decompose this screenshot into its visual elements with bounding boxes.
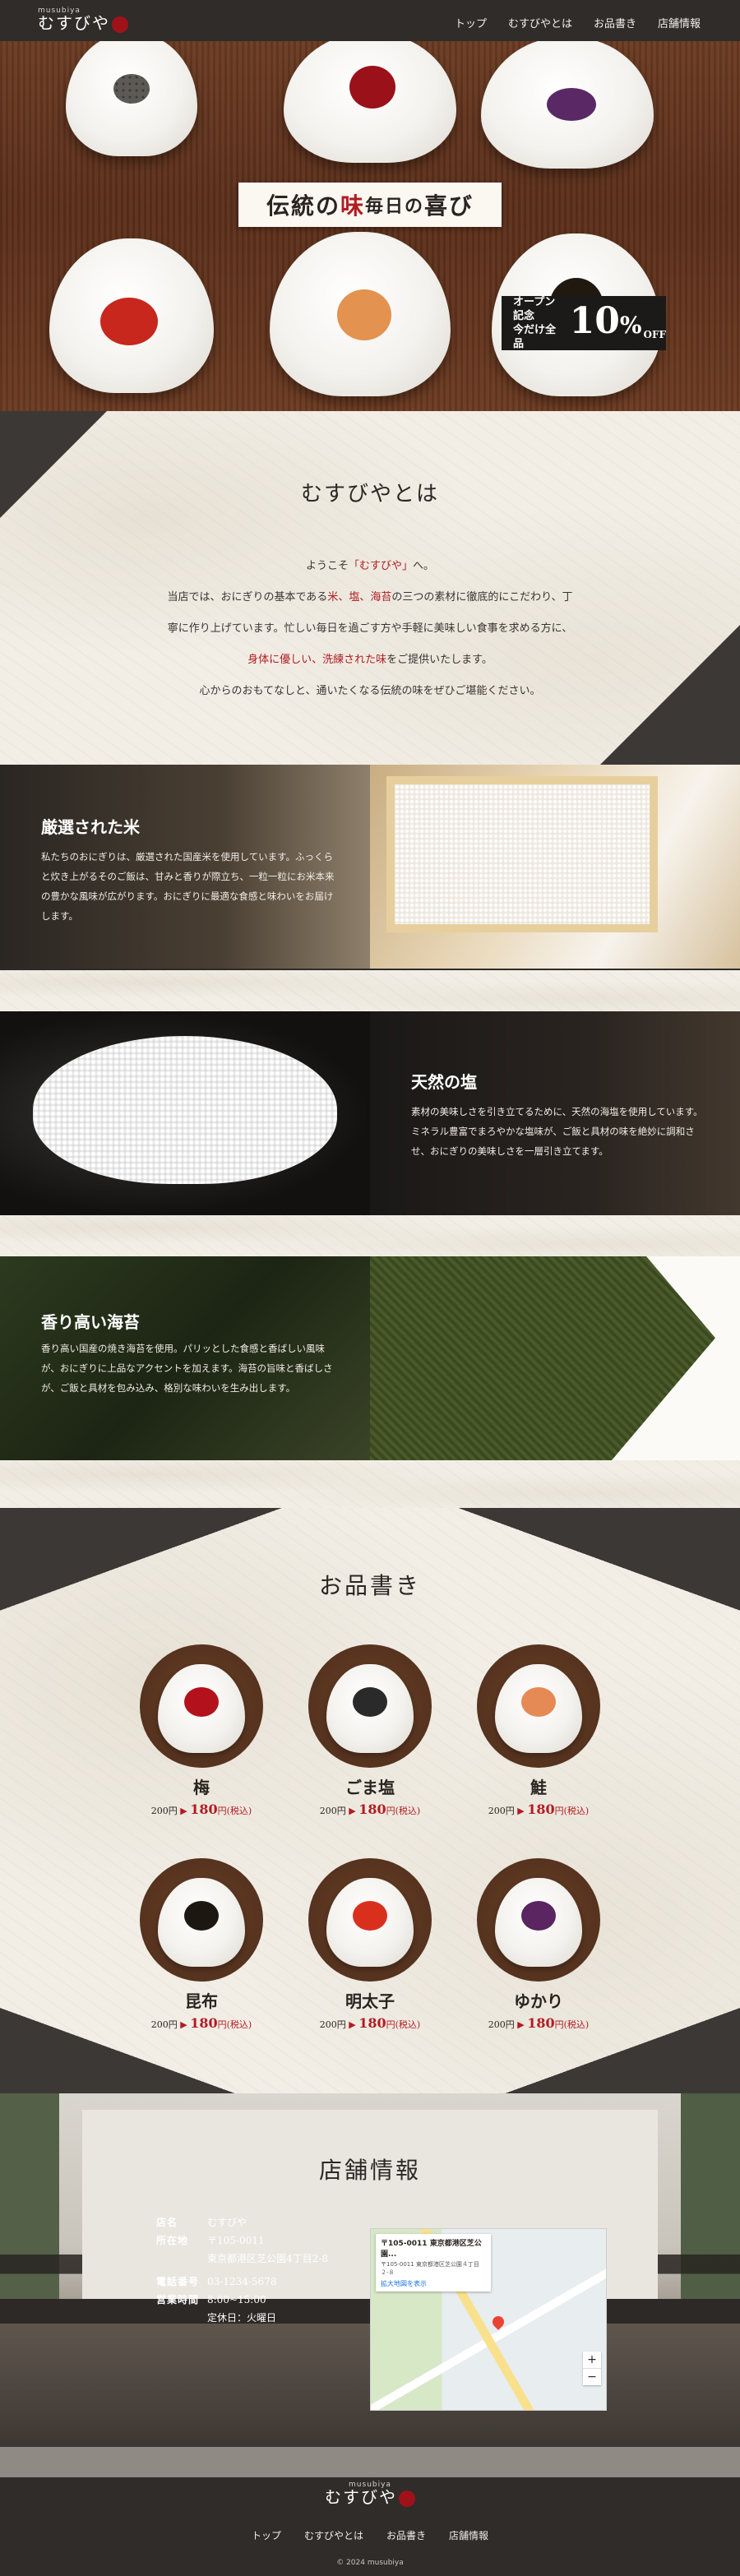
footer-nav-menu[interactable]: お品書き: [386, 2528, 426, 2542]
feature-text: 私たちのおにぎりは、厳選された国産米を使用しています。ふっくらと炊き上がるそのご…: [41, 851, 335, 922]
menu-title: お品書き: [318, 1572, 421, 1599]
nav-about[interactable]: むすびやとは: [508, 15, 572, 30]
menu-item-name: 明太子: [345, 1991, 395, 2011]
menu-item-photo: [140, 1858, 263, 1982]
nav-store[interactable]: 店舗情報: [658, 15, 701, 30]
logo-text: むすびや: [38, 13, 110, 33]
feature-title: 天然の塩: [411, 1072, 477, 1092]
rice-photo: [370, 765, 740, 969]
menu-item-photo: [477, 1858, 600, 1982]
onigiri-image: [49, 238, 214, 393]
menu-item[interactable]: 梅 200円 ▶ 180円(税込): [140, 1644, 263, 1817]
price-arrow-icon: ▶: [180, 2019, 187, 2030]
footer-nav: トップ むすびやとは お品書き 店舗情報: [0, 2528, 740, 2542]
site-header: musubiya むすびや トップ むすびやとは お品書き 店舗情報: [0, 0, 740, 41]
menu-item-name: 梅: [193, 1778, 210, 1797]
onigiri-image: [481, 41, 654, 169]
badge-discount: 10%: [569, 299, 642, 342]
menu-item-name: 昆布: [185, 1991, 218, 2011]
menu-item-price: 200円 ▶ 180円(税込): [319, 1801, 421, 1817]
map-enlarge-link[interactable]: 拡大地図を表示: [381, 2279, 486, 2288]
menu-item[interactable]: 鮭 200円 ▶ 180円(税込): [477, 1644, 600, 1817]
nori-photo: [370, 1256, 740, 1460]
main-nav: トップ むすびやとは お品書き 店舗情報: [455, 15, 701, 30]
menu-item-name: ゆかり: [514, 1991, 563, 2011]
menu-item[interactable]: 昆布 200円 ▶ 180円(税込): [140, 1858, 263, 2031]
onigiri-image: [284, 41, 456, 163]
feature-text: 素材の美味しさを引き立てるために、天然の海塩を使用しています。ミネラル豊富でまろ…: [411, 1106, 703, 1157]
store-info-table: 店名 むすびや 所在地 〒105-0011 東京都港区芝公園4丁目2-8 電話番号 0…: [156, 2217, 328, 2324]
hero-image: 伝統の味 毎日の 喜び オープン記念 今だけ全品 10% OFF: [0, 41, 740, 411]
divider: [0, 1215, 740, 1256]
open-sale-badge: オープン記念 今だけ全品 10% OFF: [502, 296, 666, 350]
menu-item-name: ごま塩: [345, 1778, 395, 1797]
price-arrow-icon: ▶: [517, 1806, 525, 1816]
logo-seal-icon: [399, 2490, 415, 2507]
map-zoom-out-button[interactable]: −: [583, 2368, 601, 2385]
menu-item-price: 200円 ▶ 180円(税込): [150, 2015, 252, 2031]
price-arrow-icon: ▶: [349, 2019, 356, 2030]
about-title: むすびやとは: [300, 482, 439, 506]
price-arrow-icon: ▶: [349, 1806, 356, 1816]
menu-item[interactable]: ごま塩 200円 ▶ 180円(税込): [308, 1644, 432, 1817]
divider: [0, 1460, 740, 1508]
price-arrow-icon: ▶: [517, 2019, 525, 2030]
divider: [0, 970, 740, 1011]
onigiri-image: [270, 232, 451, 396]
hero-tagline: 伝統の味 毎日の 喜び: [238, 183, 502, 227]
feature-text: 香り高い国産の焼き海苔を使用。パリッとした食感と香ばしい風味が、おにぎりに上品な…: [41, 1343, 333, 1394]
map-zoom-in-button[interactable]: +: [583, 2352, 601, 2368]
menu-item-photo: [308, 1644, 432, 1768]
footer-nav-store[interactable]: 店舗情報: [449, 2528, 488, 2542]
nav-top[interactable]: トップ: [455, 15, 487, 30]
feature-title: 香り高い海苔: [41, 1312, 140, 1332]
price-arrow-icon: ▶: [180, 1806, 187, 1816]
footer-logo[interactable]: musubiya むすびや: [0, 2481, 740, 2507]
map-info-card: 〒105-0011 東京都港区芝公園... 〒105-0011 東京都港区芝公園…: [376, 2234, 491, 2292]
store-map[interactable]: 〒105-0011 東京都港区芝公園... 〒105-0011 東京都港区芝公園…: [370, 2228, 607, 2411]
menu-item[interactable]: 明太子 200円 ▶ 180円(税込): [308, 1858, 432, 2031]
onigiri-image: [66, 41, 197, 156]
menu-item-photo: [308, 1858, 432, 1982]
menu-item-photo: [140, 1644, 263, 1768]
feature-title: 厳選された米: [41, 817, 140, 837]
menu-item-price: 200円 ▶ 180円(税込): [488, 2015, 590, 2031]
footer-nav-top[interactable]: トップ: [252, 2528, 281, 2542]
store-title: 店舗情報: [318, 2157, 421, 2184]
logo-seal-icon: [112, 16, 128, 33]
menu-item-name: 鮭: [530, 1778, 547, 1797]
logo[interactable]: musubiya むすびや: [38, 7, 128, 33]
menu-item-price: 200円 ▶ 180円(税込): [150, 1801, 252, 1817]
menu-item[interactable]: ゆかり 200円 ▶ 180円(税込): [477, 1858, 600, 2031]
nav-menu[interactable]: お品書き: [594, 15, 636, 30]
copyright: © 2024 musubiya: [336, 2559, 404, 2567]
menu-item-photo: [477, 1644, 600, 1768]
footer-nav-about[interactable]: むすびやとは: [304, 2528, 363, 2542]
menu-item-price: 200円 ▶ 180円(税込): [319, 2015, 421, 2031]
salt-photo: [0, 1011, 370, 1215]
about-body: ようこそ「むすびや」へ。 当店では、おにぎりの基本である米、塩、海苔の三つの素材…: [167, 560, 573, 697]
menu-item-price: 200円 ▶ 180円(税込): [488, 1801, 590, 1817]
